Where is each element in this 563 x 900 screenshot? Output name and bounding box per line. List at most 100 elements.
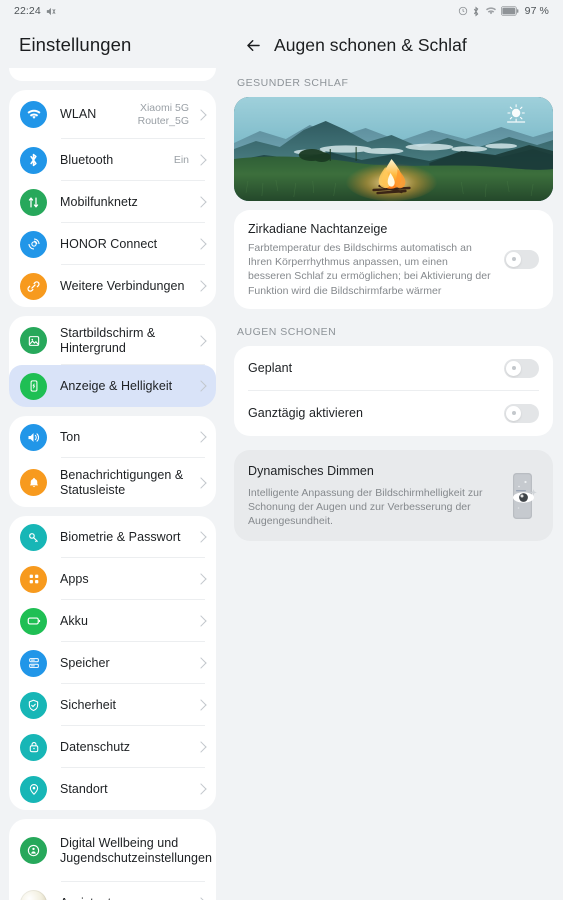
chevron-right-icon xyxy=(195,476,207,489)
sidebar-item-label: Benachrichtigungen & Statusleiste xyxy=(60,467,184,497)
sidebar-item-honor-connect[interactable]: HONOR Connect xyxy=(9,223,216,265)
sidebar-item-apps[interactable]: Apps xyxy=(9,558,216,600)
link-icon xyxy=(20,272,47,300)
eye-comfort-allday-toggle[interactable] xyxy=(504,403,539,423)
shield-check-icon xyxy=(20,691,47,719)
status-bar-left: 22:24 xyxy=(14,5,56,17)
status-bar-right: 97 % xyxy=(458,5,549,17)
sidebar-item-label: Startbildschirm & Hintergrund xyxy=(60,325,156,355)
sidebar-item-label: Digital Wellbeing und Jugendschutzeinste… xyxy=(60,835,213,865)
scheduled-title: Geplant xyxy=(248,360,293,375)
sidebar-scroll-area[interactable]: WLAN Xiaomi 5G Router_5G Bluetooth Ein M… xyxy=(0,68,225,900)
sidebar-group-connectivity: WLAN Xiaomi 5G Router_5G Bluetooth Ein M… xyxy=(9,90,216,307)
sidebar-item-label: Apps xyxy=(60,571,89,586)
chevron-right-icon xyxy=(195,238,207,250)
sidebar-item-display-brightness[interactable]: Anzeige & Helligkeit xyxy=(9,365,216,407)
eye-comfort-scheduled-row[interactable]: Geplant xyxy=(234,346,553,391)
wifi-icon xyxy=(485,6,497,16)
sidebar-item-bluetooth[interactable]: Bluetooth Ein xyxy=(9,139,216,181)
sidebar-group-system: Biometrie & Passwort Apps Akku Speicher … xyxy=(9,516,216,810)
sidebar-item-battery[interactable]: Akku xyxy=(9,600,216,642)
chevron-right-icon xyxy=(195,741,207,753)
chevron-right-icon xyxy=(195,531,207,543)
scheduled-texts: Geplant xyxy=(248,360,504,377)
circadian-night-display-toggle[interactable] xyxy=(504,249,539,269)
body-split: Einstellungen WLAN Xiaomi 5G Router_5G B… xyxy=(0,22,563,900)
sidebar-item-sound[interactable]: Ton xyxy=(9,416,216,458)
sound-icon xyxy=(20,423,47,451)
section-label-eye-comfort: AUGEN SCHONEN xyxy=(237,325,337,338)
sidebar-item-homescreen-wallpaper[interactable]: Startbildschirm & Hintergrund xyxy=(9,316,216,365)
sidebar-item-notifications-statusbar[interactable]: Benachrichtigungen & Statusleiste xyxy=(9,458,216,507)
dnd-mute-icon xyxy=(45,6,56,17)
eye-comfort-card: Geplant Ganztägig aktivieren xyxy=(234,345,553,436)
phone-eye-icon xyxy=(506,471,539,521)
circadian-night-display-row[interactable]: Zirkadiane Nachtanzeige Farbtemperatur d… xyxy=(234,210,553,309)
toggle-knob xyxy=(506,360,521,376)
campfire-mountain-landscape xyxy=(234,97,553,201)
sidebar-group-sound: Ton Benachrichtigungen & Statusleiste xyxy=(9,416,216,507)
sidebar-item-security[interactable]: Sicherheit xyxy=(9,684,216,726)
battery-icon xyxy=(501,6,519,16)
bell-icon xyxy=(20,469,47,496)
chevron-right-icon xyxy=(195,280,207,292)
sidebar-item-label: Akku xyxy=(60,613,88,628)
bluetooth-icon xyxy=(472,6,480,17)
sidebar-item-mobile-network[interactable]: Mobilfunknetz xyxy=(9,181,216,223)
chevron-right-icon xyxy=(195,615,207,627)
section-label-healthy-sleep: GESUNDER SCHLAF xyxy=(237,77,349,89)
wellbeing-icon xyxy=(20,837,47,864)
chevron-right-icon xyxy=(195,783,207,795)
status-time: 22:24 xyxy=(14,5,41,17)
chevron-right-icon xyxy=(195,154,207,166)
sidebar-item-wlan[interactable]: WLAN Xiaomi 5G Router_5G xyxy=(9,90,216,139)
circadian-night-display-card: Zirkadiane Nachtanzeige Farbtemperatur d… xyxy=(234,210,553,309)
eye-comfort-scheduled-toggle[interactable] xyxy=(504,358,539,378)
sidebar-item-privacy[interactable]: Datenschutz xyxy=(9,726,216,768)
sidebar-item-location[interactable]: Standort xyxy=(9,768,216,810)
circadian-title: Zirkadiane Nachtanzeige xyxy=(248,222,388,236)
dynamic-dimming-title: Dynamisches Dimmen xyxy=(248,463,374,478)
chevron-right-icon xyxy=(195,108,207,121)
sidebar-group-wellbeing: Digital Wellbeing und Jugendschutzeinste… xyxy=(9,819,216,900)
circadian-texts: Zirkadiane Nachtanzeige Farbtemperatur d… xyxy=(248,221,504,298)
display-brightness-icon xyxy=(20,372,47,400)
dynamic-dimming-description: Intelligente Anpassung der Bildschirmhel… xyxy=(248,486,483,528)
key-icon xyxy=(20,523,47,551)
lock-icon xyxy=(20,733,47,761)
honor-connect-icon xyxy=(20,230,47,258)
eye-comfort-allday-row[interactable]: Ganztägig aktivieren xyxy=(234,391,553,436)
sidebar-item-label: Mobilfunknetz xyxy=(60,194,138,209)
circadian-description: Farbtemperatur des Bildschirms automatis… xyxy=(248,242,491,297)
sidebar-item-assistant[interactable]: Assistent xyxy=(9,882,216,900)
sidebar-item-label: Standort xyxy=(60,781,108,796)
sidebar-item-biometrics-password[interactable]: Biometrie & Passwort xyxy=(9,516,216,558)
sidebar-item-label: Speicher xyxy=(60,655,110,670)
dynamic-dimming-texts: Dynamisches Dimmen Intelligente Anpassun… xyxy=(248,463,502,529)
allday-title: Ganztägig aktivieren xyxy=(248,405,363,420)
alarm-icon xyxy=(458,6,468,16)
sidebar-item-digital-wellbeing[interactable]: Digital Wellbeing und Jugendschutzeinste… xyxy=(9,819,216,882)
storage-icon xyxy=(20,649,47,677)
sidebar-card-clipped-top xyxy=(9,68,216,81)
settings-screen: 22:24 97 % Einstellungen WLAN Xiaomi 5G … xyxy=(0,0,563,900)
toggle-knob xyxy=(506,251,521,267)
sidebar-item-label: Ton xyxy=(60,429,81,444)
sidebar-item-label: Datenschutz xyxy=(60,739,131,754)
allday-texts: Ganztägig aktivieren xyxy=(248,405,504,422)
dynamic-dimming-card[interactable]: Dynamisches Dimmen Intelligente Anpassun… xyxy=(234,449,553,542)
back-arrow-icon[interactable] xyxy=(240,32,266,58)
toggle-knob xyxy=(506,405,521,421)
detail-scroll-area[interactable]: GESUNDER SCHLAF Zirkadiane Nachtanzeige … xyxy=(225,72,563,900)
healthy-sleep-hero-image xyxy=(234,97,553,201)
mobile-network-icon xyxy=(20,188,47,216)
detail-pane: Augen schonen & Schlaf GESUNDER SCHLAF Z… xyxy=(225,22,563,900)
chevron-right-icon xyxy=(195,380,207,392)
sidebar-item-label: HONOR Connect xyxy=(60,236,158,251)
battery-icon xyxy=(20,607,47,635)
chevron-right-icon xyxy=(195,657,207,669)
bluetooth-icon xyxy=(20,146,47,174)
sidebar-item-storage[interactable]: Speicher xyxy=(9,642,216,684)
sidebar-item-label: Weitere Verbindungen xyxy=(60,278,185,293)
sidebar-item-more-connections[interactable]: Weitere Verbindungen xyxy=(9,265,216,307)
